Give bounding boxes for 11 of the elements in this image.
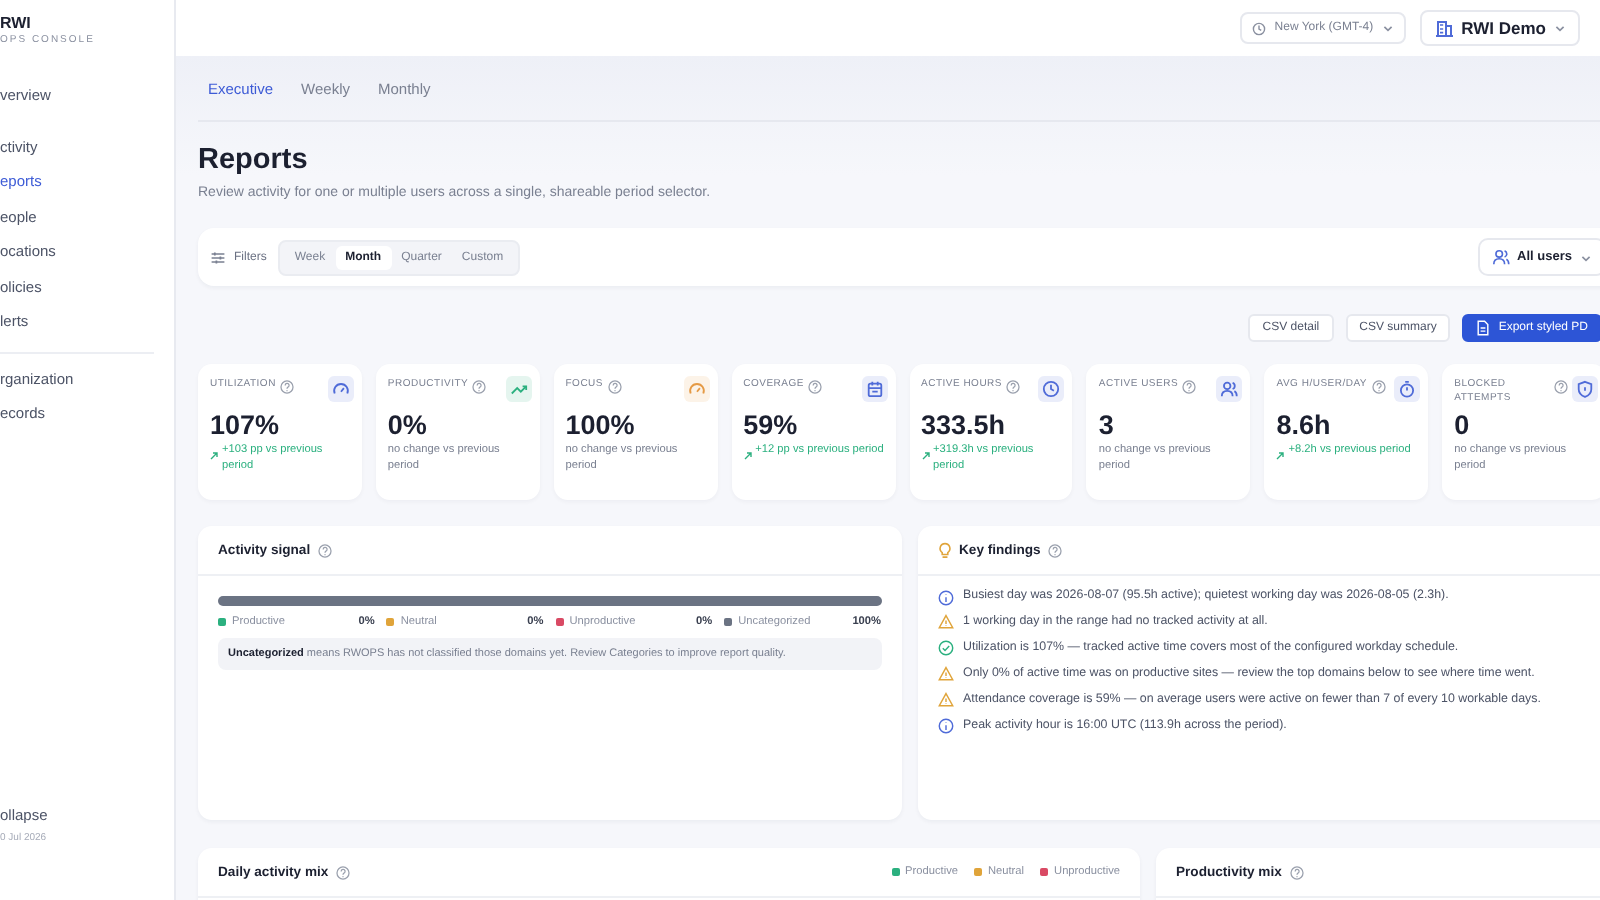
kpi-value: 8.6h xyxy=(1276,410,1333,440)
page-title: Reports xyxy=(198,144,310,176)
kpi-value: 59% xyxy=(743,410,800,440)
kpi-value: 3 xyxy=(1098,410,1116,440)
kpi-value: 333.5h xyxy=(921,410,1008,440)
kpi-value: 0% xyxy=(387,410,429,440)
kpi-value: 107% xyxy=(210,410,282,440)
kpi-value: 0 xyxy=(1454,410,1472,440)
workspace-select[interactable]: RWI Demo xyxy=(1419,10,1580,46)
brand-name: RWI xyxy=(0,14,33,32)
kpi-value: 100% xyxy=(565,410,637,440)
